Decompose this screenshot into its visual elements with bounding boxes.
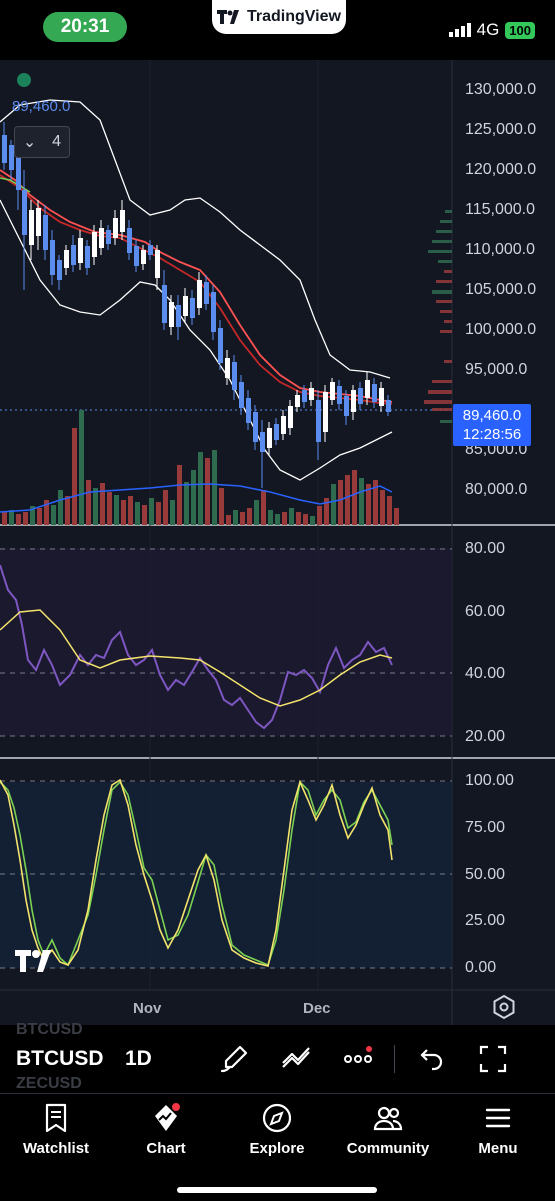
price-tick: 100,000.0	[465, 321, 537, 338]
bollinger-lower	[0, 199, 393, 481]
tab-community[interactable]: Community	[338, 1102, 438, 1157]
battery-icon: 100	[505, 21, 535, 39]
market-status-dot	[17, 73, 31, 87]
ghost-symbol-next: ZECUSD	[16, 1075, 82, 1092]
last-price-value: 89,460.0	[462, 407, 522, 424]
last-price-label: 89,460.0 12:28:56	[453, 404, 531, 446]
stoch-tick: 0.00	[465, 959, 497, 976]
chevron-down-icon: ⌄	[22, 134, 37, 151]
price-tick: 80,000.0	[465, 481, 528, 498]
price-tick: 110,000.0	[465, 241, 535, 258]
compass-icon	[262, 1103, 292, 1133]
rsi-tick: 20.00	[465, 728, 506, 745]
home-indicator	[177, 1187, 377, 1193]
tab-label: Watchlist	[22, 1140, 90, 1157]
price-tick: 120,000.0	[465, 161, 537, 178]
chart-toolbar: BTCUSD BTCUSD ZECUSD 1D	[0, 1021, 555, 1093]
tab-watchlist[interactable]: Watchlist	[6, 1102, 106, 1157]
rsi-tick: 80.00	[465, 540, 506, 557]
tab-chart[interactable]: Chart	[116, 1102, 216, 1157]
tab-label: Menu	[478, 1140, 518, 1157]
tab-menu[interactable]: Menu	[448, 1102, 548, 1157]
price-tick: 105,000.0	[465, 281, 537, 298]
rsi-tick: 40.00	[465, 665, 506, 682]
volume-profile	[424, 210, 452, 423]
fullscreen-icon[interactable]	[477, 1043, 509, 1075]
tradingview-watermark-icon	[15, 950, 51, 972]
status-time: 20:31	[43, 12, 127, 42]
status-indicators: 4G 100	[448, 20, 535, 40]
collapse-indicators-button[interactable]: ⌄ 4	[14, 126, 70, 158]
chart-area[interactable]: 89,460.0 ⌄ 4 130,000.0 125,000.0 120,000…	[0, 60, 555, 1025]
toolbar-separator	[394, 1045, 395, 1073]
stoch-tick: 75.00	[465, 819, 506, 836]
signal-icon	[448, 23, 471, 37]
indicator-count: 4	[52, 133, 62, 150]
interval-button[interactable]: 1D	[125, 1047, 152, 1071]
stoch-tick: 100.00	[465, 772, 514, 789]
undo-icon[interactable]	[414, 1043, 446, 1075]
brush-icon[interactable]	[218, 1043, 250, 1075]
date-tick-dec: Dec	[303, 1000, 331, 1017]
tab-label: Community	[346, 1140, 430, 1157]
tradingview-logo-icon	[217, 10, 240, 24]
price-tick: 95,000.0	[465, 361, 528, 378]
date-tick-nov: Nov	[133, 1000, 162, 1017]
tab-label: Chart	[146, 1140, 186, 1157]
people-icon	[373, 1106, 403, 1131]
price-tick: 115,000.0	[465, 201, 535, 218]
rsi-tick: 60.00	[465, 603, 506, 620]
ghost-symbol-prev: BTCUSD	[16, 1021, 83, 1038]
symbol-button[interactable]: BTCUSD	[16, 1047, 104, 1071]
stoch-tick: 25.00	[465, 912, 506, 929]
status-bar: 20:31 TradingView 4G 100	[0, 0, 555, 60]
ohlc-last-price: 89,460.0	[12, 98, 71, 115]
bar-countdown: 12:28:56	[462, 426, 522, 443]
trend-line-icon[interactable]	[280, 1043, 312, 1075]
tab-bar: Watchlist Chart Explore Community Menu	[0, 1093, 555, 1201]
network-label: 4G	[476, 20, 500, 39]
chart-settings-icon[interactable]	[491, 994, 517, 1020]
more-tools-icon[interactable]	[342, 1043, 374, 1075]
stoch-band	[0, 782, 452, 968]
price-tick: 130,000.0	[465, 81, 537, 98]
stoch-tick: 50.00	[465, 866, 506, 883]
chart-tab-icon	[155, 1103, 180, 1131]
price-tick: 125,000.0	[465, 121, 537, 138]
tab-label: Explore	[249, 1140, 305, 1157]
hamburger-icon	[485, 1108, 511, 1128]
tradingview-pill[interactable]: TradingView	[212, 0, 346, 34]
bookmark-list-icon	[45, 1103, 67, 1133]
tab-explore[interactable]: Explore	[227, 1102, 327, 1157]
volume-bars	[2, 410, 399, 525]
app-name: TradingView	[247, 8, 341, 25]
